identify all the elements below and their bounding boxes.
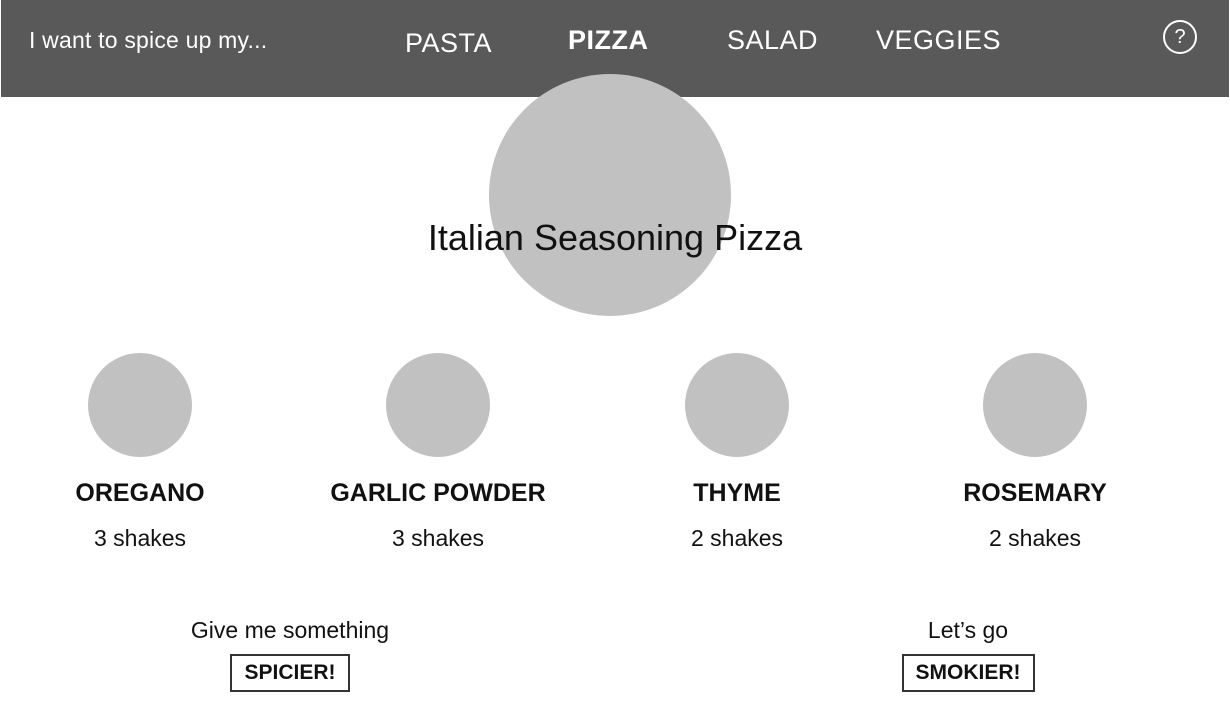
nav-prompt: I want to spice up my... [29, 27, 268, 53]
spice-name: GARLIC POWDER [330, 479, 546, 507]
recipe-image-placeholder [489, 74, 731, 316]
spice-image-placeholder [685, 353, 789, 457]
help-icon[interactable]: ? [1163, 20, 1197, 54]
spice-card-oregano: OREGANO 3 shakes [0, 353, 290, 552]
tab-pizza[interactable]: PIZZA [568, 25, 649, 56]
spice-card-garlic-powder: GARLIC POWDER 3 shakes [288, 353, 588, 552]
spice-name: THYME [693, 479, 781, 507]
spice-amount: 2 shakes [988, 525, 1082, 551]
spice-amount: 2 shakes [690, 525, 784, 551]
spice-amount: 3 shakes [391, 525, 485, 551]
spicier-action: Give me something SPICIER! [140, 617, 440, 692]
spice-image-placeholder [386, 353, 490, 457]
spice-name: ROSEMARY [963, 479, 1107, 507]
tab-veggies[interactable]: VEGGIES [876, 25, 1001, 56]
spice-card-rosemary: ROSEMARY 2 shakes [885, 353, 1185, 552]
smokier-caption: Let’s go [927, 617, 1009, 643]
spice-image-placeholder [88, 353, 192, 457]
spice-card-thyme: THYME 2 shakes [587, 353, 887, 552]
spicier-button[interactable]: SPICIER! [230, 654, 350, 692]
smokier-action: Let’s go SMOKIER! [818, 617, 1118, 692]
tab-pasta[interactable]: PASTA [405, 28, 492, 59]
spice-amount: 3 shakes [93, 525, 187, 551]
smokier-button[interactable]: SMOKIER! [901, 654, 1035, 692]
tab-salad[interactable]: SALAD [727, 25, 818, 56]
spice-name: OREGANO [75, 479, 205, 507]
page: I want to spice up my... PASTA PIZZA SAL… [0, 0, 1230, 726]
spicier-caption: Give me something [190, 617, 390, 643]
recipe-title: Italian Seasoning Pizza [427, 217, 803, 258]
spice-image-placeholder [983, 353, 1087, 457]
